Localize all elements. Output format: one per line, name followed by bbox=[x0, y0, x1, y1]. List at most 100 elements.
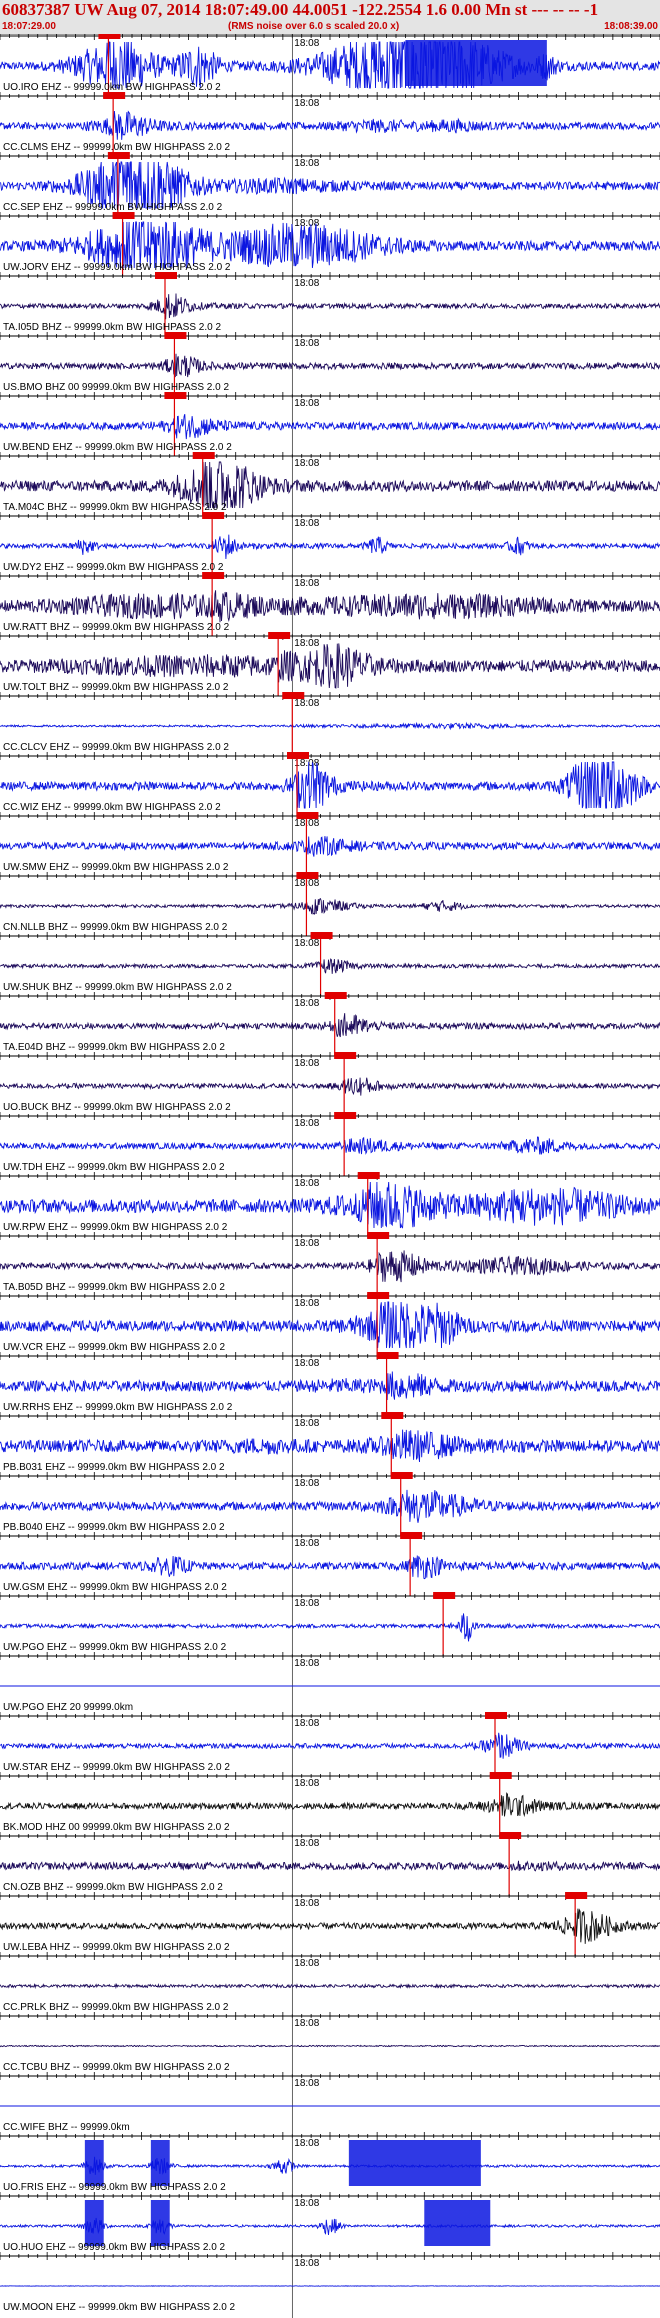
waveform-trace bbox=[0, 1613, 660, 1642]
minute-tick-label: 18:08 bbox=[294, 998, 319, 1009]
phase-pick-flag bbox=[565, 1892, 588, 1899]
minute-tick-label: 18:08 bbox=[294, 1238, 319, 1249]
waveform-trace bbox=[0, 1860, 660, 1872]
phase-pick-flag bbox=[367, 1292, 390, 1299]
channel-label: UW.SHUK BHZ -- 99999.0km BW HIGHPASS 2.0… bbox=[3, 982, 232, 993]
minute-tick-label: 18:08 bbox=[294, 38, 319, 49]
channel-label: UW.STAR EHZ -- 99999.0km BW HIGHPASS 2.0… bbox=[3, 1762, 230, 1773]
minute-tick-label: 18:08 bbox=[294, 1178, 319, 1189]
waveform-trace bbox=[0, 1250, 660, 1283]
phase-pick-flag bbox=[164, 332, 187, 339]
waveform-trace bbox=[0, 1982, 660, 1990]
channel-label: CC.WIFE BHZ -- 99999.0km bbox=[3, 2122, 130, 2133]
channel-label: PB.B031 EHZ -- 99999.0km BW HIGHPASS 2.0… bbox=[3, 1462, 225, 1473]
clipped-signal-block bbox=[84, 2200, 104, 2246]
channel-label: UW.PGO EHZ 20 99999.0km bbox=[3, 1702, 133, 1713]
waveform-trace bbox=[0, 413, 660, 440]
waveform-trace bbox=[0, 1429, 660, 1463]
channel-label: UO.IRO EHZ -- 99999.0km BW HIGHPASS 2.0 … bbox=[3, 82, 221, 93]
waveform-trace bbox=[0, 534, 660, 560]
minute-tick-label: 18:08 bbox=[294, 278, 319, 289]
minute-tick-label: 18:08 bbox=[294, 1118, 319, 1129]
minute-tick-label: 18:08 bbox=[294, 758, 319, 769]
channel-label: UW.RRHS EHZ -- 99999.0km BW HIGHPASS 2.0… bbox=[3, 1402, 233, 1413]
waveform-trace bbox=[0, 1136, 660, 1155]
phase-pick-flag bbox=[155, 272, 177, 279]
clipped-signal-block bbox=[150, 2140, 170, 2186]
channel-label: TA.M04C BHZ -- 99999.0km BW HIGHPASS 2.0… bbox=[3, 502, 227, 513]
channel-label: US.BMO BHZ 00 99999.0km BW HIGHPASS 2.0 … bbox=[3, 382, 229, 393]
phase-pick-flag bbox=[268, 632, 291, 639]
minute-tick-label: 18:08 bbox=[294, 2258, 319, 2269]
waveform-trace bbox=[0, 293, 660, 320]
phase-pick-flag bbox=[103, 92, 126, 99]
phase-pick-flag bbox=[324, 992, 347, 999]
clipped-signal-block bbox=[150, 2200, 170, 2246]
minute-tick-label: 18:08 bbox=[294, 1058, 319, 1069]
phase-pick-flag bbox=[296, 812, 319, 819]
clipped-signal-block bbox=[424, 2200, 491, 2246]
phase-pick-flag bbox=[192, 452, 215, 459]
minute-tick-label: 18:08 bbox=[294, 1718, 319, 1729]
phase-pick-flag bbox=[112, 212, 135, 219]
channel-label: UW.TDH EHZ -- 99999.0km BW HIGHPASS 2.0 … bbox=[3, 1162, 225, 1173]
channel-label: UW.GSM EHZ -- 99999.0km BW HIGHPASS 2.0 … bbox=[3, 1582, 227, 1593]
phase-pick-flag bbox=[499, 1832, 522, 1839]
channel-label: UW.TOLT BHZ -- 99999.0km BW HIGHPASS 2.0… bbox=[3, 682, 229, 693]
minute-tick-label: 18:08 bbox=[294, 1838, 319, 1849]
minute-tick-label: 18:08 bbox=[294, 1418, 319, 1429]
channel-label: CC.TCBU BHZ -- 99999.0km BW HIGHPASS 2.0… bbox=[3, 2062, 230, 2073]
minute-tick-label: 18:08 bbox=[294, 1298, 319, 1309]
channel-label: TA.E04D BHZ -- 99999.0km BW HIGHPASS 2.0… bbox=[3, 1042, 225, 1053]
waveform-trace bbox=[0, 1908, 660, 1944]
channel-label: UW.BEND EHZ -- 99999.0km BW HIGHPASS 2.0… bbox=[3, 442, 232, 453]
phase-pick-flag bbox=[489, 1772, 512, 1779]
channel-label: UW.SMW EHZ -- 99999.0km BW HIGHPASS 2.0 … bbox=[3, 862, 229, 873]
phase-pick-flag bbox=[310, 932, 333, 939]
minute-tick-label: 18:08 bbox=[294, 518, 319, 529]
channel-label: CC.PRLK BHZ -- 99999.0km BW HIGHPASS 2.0… bbox=[3, 2002, 229, 2013]
waveform-trace bbox=[0, 898, 660, 915]
minute-tick-label: 18:08 bbox=[294, 1538, 319, 1549]
phase-pick-flag bbox=[334, 1112, 357, 1119]
clipped-signal-block bbox=[84, 2140, 104, 2186]
minute-tick-label: 18:08 bbox=[294, 1898, 319, 1909]
minute-tick-label: 18:08 bbox=[294, 698, 319, 709]
phase-pick-flag bbox=[98, 34, 121, 39]
end-time-label: 18:08:39.00 bbox=[604, 21, 658, 32]
waveform-trace bbox=[0, 353, 660, 378]
waveform-trace bbox=[0, 110, 660, 140]
phase-pick-flag bbox=[357, 1172, 380, 1179]
phase-pick-flag bbox=[381, 1412, 404, 1419]
waveform-trace bbox=[0, 590, 660, 623]
channel-label: TA.B05D BHZ -- 99999.0km BW HIGHPASS 2.0… bbox=[3, 1282, 225, 1293]
minute-tick-label: 18:08 bbox=[294, 938, 319, 949]
channel-label: CC.SEP EHZ -- 99999.0km BW HIGHPASS 2.0 … bbox=[3, 202, 223, 213]
channel-label: CC.CLCV EHZ -- 99999.0km BW HIGHPASS 2.0… bbox=[3, 742, 229, 753]
phase-pick-flag bbox=[334, 1052, 357, 1059]
minute-tick-label: 18:08 bbox=[294, 158, 319, 169]
waveform-trace bbox=[0, 1013, 660, 1038]
channel-label: BK.MOD HHZ 00 99999.0km BW HIGHPASS 2.0 … bbox=[3, 1822, 230, 1833]
channel-label: UW.MOON EHZ -- 99999.0km BW HIGHPASS 2.0… bbox=[3, 2302, 236, 2313]
channel-label: UO.FRIS EHZ -- 99999.0km BW HIGHPASS 2.0… bbox=[3, 2182, 226, 2193]
channel-label: CC.CLMS EHZ -- 99999.0km BW HIGHPASS 2.0… bbox=[3, 142, 231, 153]
channel-label: PB.B040 EHZ -- 99999.0km BW HIGHPASS 2.0… bbox=[3, 1522, 225, 1533]
event-title: 60837387 UW Aug 07, 2014 18:07:49.00 44.… bbox=[2, 0, 599, 19]
phase-pick-flag bbox=[485, 1712, 507, 1719]
start-time-label: 18:07:29.00 bbox=[2, 21, 56, 32]
channel-label: UW.PGO EHZ -- 99999.0km BW HIGHPASS 2.0 … bbox=[3, 1642, 227, 1653]
phase-pick-flag bbox=[433, 1592, 456, 1599]
minute-tick-label: 18:08 bbox=[294, 1478, 319, 1489]
channel-label: UO.HUO EHZ -- 99999.0km BW HIGHPASS 2.0 … bbox=[3, 2242, 226, 2253]
record-header: 60837387 UW Aug 07, 2014 18:07:49.00 44.… bbox=[0, 0, 660, 35]
waveform-trace bbox=[0, 836, 660, 857]
minute-tick-label: 18:08 bbox=[294, 338, 319, 349]
phase-pick-flag bbox=[390, 1472, 413, 1479]
waveform-trace bbox=[0, 1489, 660, 1523]
phase-pick-flag bbox=[107, 152, 130, 159]
phase-pick-flag bbox=[287, 752, 309, 759]
minute-tick-label: 18:08 bbox=[294, 1658, 319, 1669]
channel-label: UW.VCR EHZ -- 99999.0km BW HIGHPASS 2.0 … bbox=[3, 1342, 226, 1353]
phase-pick-flag bbox=[400, 1532, 423, 1539]
